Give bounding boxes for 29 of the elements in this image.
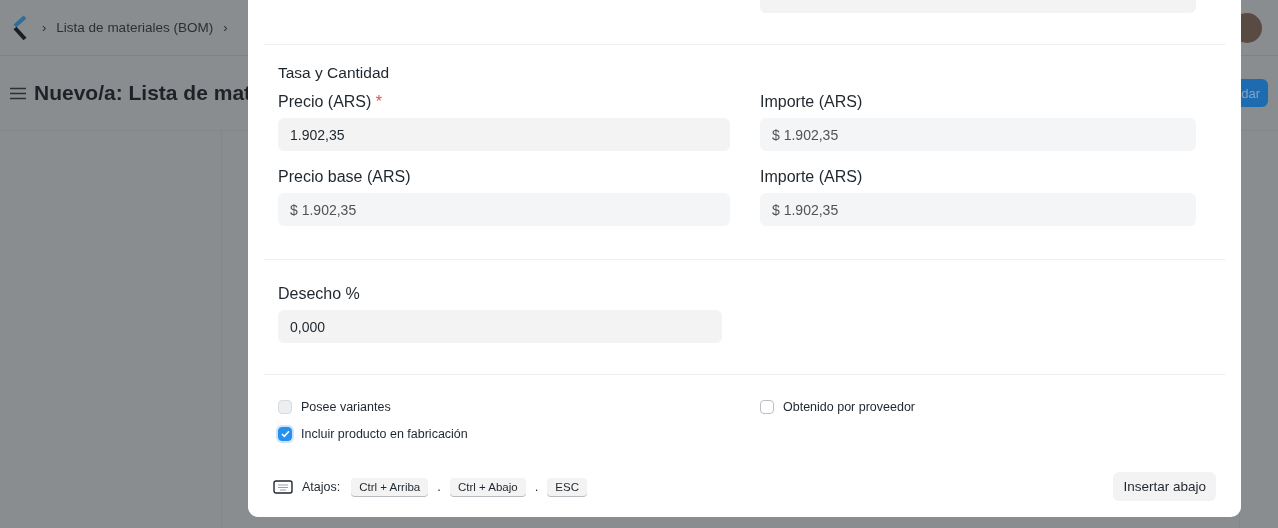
insert-below-button[interactable]: Insertar abajo — [1113, 472, 1216, 501]
input-field[interactable]: $ 1.902,35 — [278, 193, 730, 226]
logo-icon[interactable] — [12, 14, 28, 41]
checkbox[interactable] — [278, 427, 292, 441]
checkbox-label: Posee variantes — [301, 400, 391, 414]
checkbox[interactable] — [760, 400, 774, 414]
shortcut-key: ESC — [547, 477, 587, 496]
field-label: Precio (ARS) * — [278, 93, 384, 111]
chevron-icon: › — [223, 20, 228, 35]
separator-dot: . — [437, 479, 441, 494]
shortcut-key: Ctrl + Abajo — [449, 477, 526, 496]
separator-dot: . — [534, 479, 539, 494]
input-field[interactable]: $ 1.902,35 — [760, 193, 1196, 226]
chevron-icon: › — [42, 20, 47, 35]
section-title: Tasa y Cantidad — [278, 64, 391, 82]
field-label: Desecho % — [278, 285, 361, 303]
keyboard-icon — [273, 479, 293, 494]
field-label: Precio base (ARS) — [278, 168, 412, 186]
shortcuts-label: Atajos: — [302, 479, 341, 494]
breadcrumb-link[interactable]: Lista de materiales (BOM) — [56, 20, 214, 35]
input-field[interactable]: 0,000 — [278, 310, 722, 343]
shortcut-key: Ctrl + Arriba — [351, 477, 429, 496]
input-field[interactable]: $ 1.902,35 — [760, 118, 1196, 151]
field-label: Importe (ARS) — [760, 93, 864, 111]
checkbox-label: Obtenido por proveedor — [783, 400, 916, 414]
field-label: Importe (ARS) — [760, 168, 864, 186]
input-field[interactable]: 1.902,35 — [278, 118, 730, 151]
menu-icon[interactable] — [10, 86, 26, 100]
checkbox-label: Incluir producto en fabricación — [301, 427, 468, 441]
